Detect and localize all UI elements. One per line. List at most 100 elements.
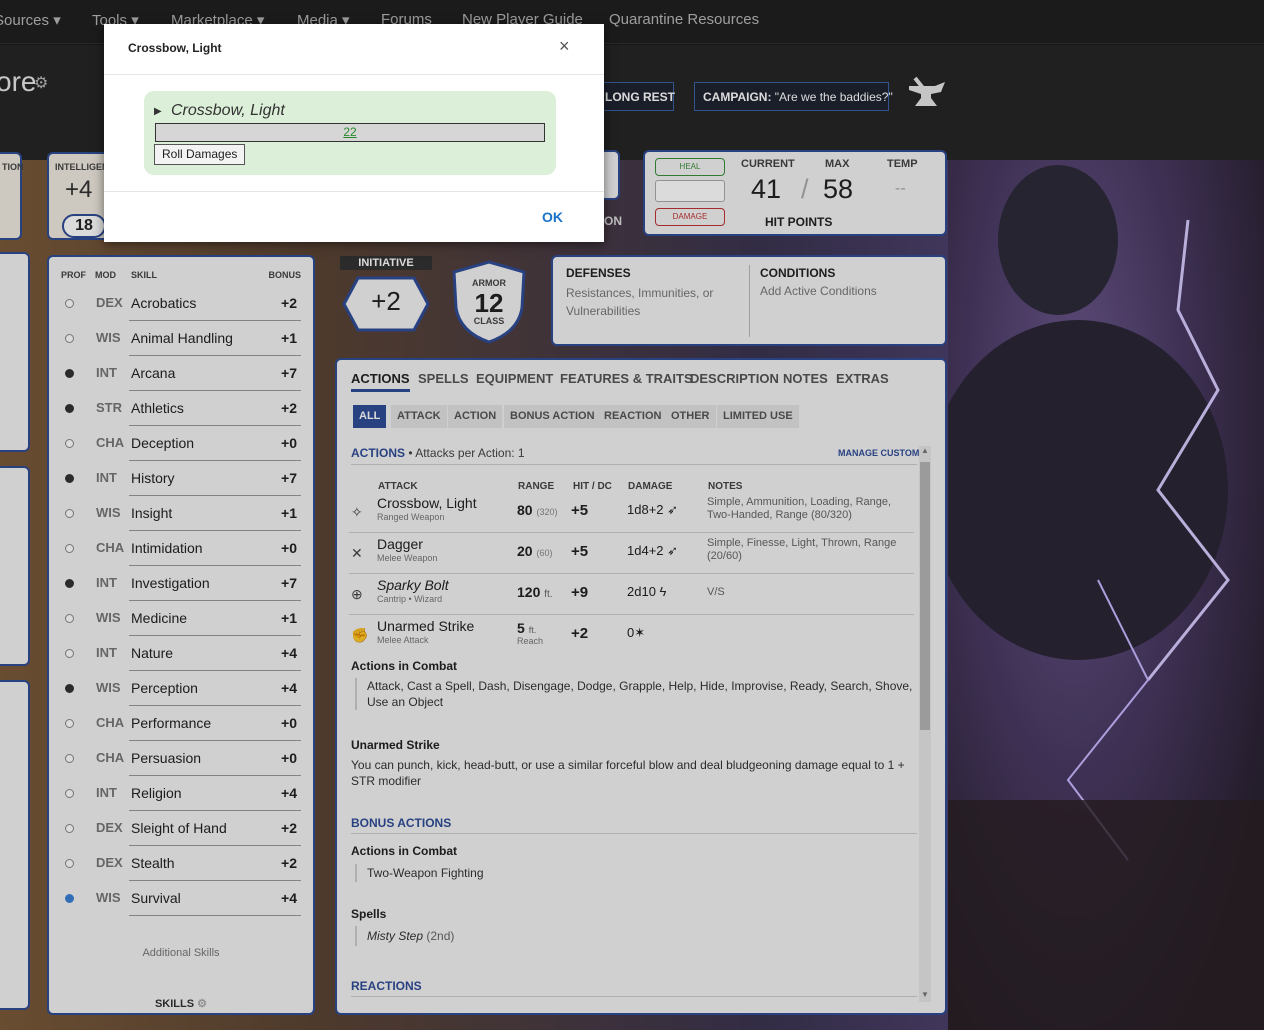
skills-footer[interactable]: SKILLS ⚙ (49, 997, 313, 1010)
armor-class-shield[interactable]: ARMOR 12 CLASS (448, 258, 530, 346)
attack-damage-button[interactable]: 2d10 ϟ (627, 584, 666, 599)
skill-bonus[interactable]: +4 (281, 785, 297, 801)
skill-name: Perception (131, 680, 198, 696)
misty-step-spell[interactable]: Misty Step (2nd) (355, 926, 454, 946)
skill-bonus[interactable]: +1 (281, 610, 297, 626)
scroll-up-arrow-icon: ▲ (921, 446, 929, 455)
tab-features-traits[interactable]: FEATURES & TRAITS (560, 371, 693, 386)
skill-row[interactable]: WIS Perception +4 (49, 671, 309, 706)
skill-row[interactable]: CHA Performance +0 (49, 706, 309, 741)
actions-scrollbar[interactable]: ▲ ▼ (919, 446, 931, 1002)
skill-bonus[interactable]: +0 (281, 540, 297, 556)
skill-ability: STR (96, 400, 122, 415)
campaign-button[interactable]: CAMPAIGN: "Are we the baddies?" (694, 82, 893, 111)
skill-row[interactable]: INT Nature +4 (49, 636, 309, 671)
initiative-box[interactable]: INITIATIVE +2 (340, 256, 432, 332)
manage-custom-link[interactable]: MANAGE CUSTOM (838, 448, 919, 458)
skill-bonus[interactable]: +2 (281, 400, 297, 416)
skill-row[interactable]: DEX Acrobatics +2 (49, 286, 309, 321)
skill-row[interactable]: INT Arcana +7 (49, 356, 309, 391)
additional-skills-link[interactable]: Additional Skills (49, 947, 313, 959)
subtab-action[interactable]: ACTION (448, 405, 503, 428)
scrollbar-thumb[interactable] (920, 462, 930, 730)
skill-row[interactable]: STR Athletics +2 (49, 391, 309, 426)
skill-row[interactable]: WIS Animal Handling +1 (49, 321, 309, 356)
attack-row-dagger[interactable]: ✕ Dagger Melee Weapon 20 (60) +5 1d4+2 ➶… (349, 533, 914, 574)
attack-hit-button[interactable]: +5 (571, 502, 588, 519)
skill-row[interactable]: INT Religion +4 (49, 776, 309, 811)
skill-bonus[interactable]: +4 (281, 645, 297, 661)
close-icon[interactable]: × (559, 36, 570, 57)
subtab-limited-use[interactable]: LIMITED USE (717, 405, 799, 428)
skill-bonus[interactable]: +4 (281, 680, 297, 696)
hp-amount-input[interactable] (655, 180, 725, 202)
subtab-bonus-action[interactable]: BONUS ACTION (504, 405, 601, 428)
tab-spells[interactable]: SPELLS (418, 371, 469, 386)
tab-description[interactable]: DESCRIPTION (690, 371, 779, 386)
scroll-down-arrow-icon: ▼ (921, 990, 929, 999)
skill-bonus[interactable]: +7 (281, 470, 297, 486)
skill-row[interactable]: DEX Stealth +2 (49, 846, 309, 881)
skill-bonus[interactable]: +1 (281, 505, 297, 521)
roll-damages-button[interactable]: Roll Damages (154, 144, 246, 165)
expand-triangle-icon[interactable]: ▶ (154, 106, 162, 117)
tab-notes[interactable]: NOTES (783, 371, 828, 386)
skill-bonus[interactable]: +2 (281, 855, 297, 871)
tab-actions[interactable]: ACTIONS (351, 371, 410, 392)
skill-bonus[interactable]: +7 (281, 575, 297, 591)
long-rest-button[interactable]: LONG REST (596, 82, 675, 111)
heal-button[interactable]: HEAL (655, 158, 725, 176)
skill-row[interactable]: WIS Survival +4 (49, 881, 309, 916)
skill-row[interactable]: CHA Intimidation +0 (49, 531, 309, 566)
attack-damage-button[interactable]: 1d4+2 ➶ (627, 543, 678, 559)
skill-name: Sleight of Hand (131, 820, 227, 836)
attack-hit-button[interactable]: +5 (571, 543, 588, 560)
attack-row-sparky-bolt[interactable]: ⊕ Sparky Bolt Cantrip • Wizard 120 ft. +… (349, 574, 914, 615)
skill-bonus[interactable]: +4 (281, 890, 297, 906)
attack-row-crossbow-light[interactable]: ✧ Crossbow, Light Ranged Weapon 80 (320)… (349, 492, 914, 533)
skill-row[interactable]: WIS Medicine +1 (49, 601, 309, 636)
proficiency-indicator-icon (65, 754, 74, 763)
skill-bonus[interactable]: +0 (281, 435, 297, 451)
subtab-other[interactable]: OTHER (665, 405, 716, 428)
nav-quarantine-resources[interactable]: Quarantine Resources (609, 11, 759, 28)
add-conditions-link[interactable]: Add Active Conditions (760, 284, 877, 298)
proficiency-indicator-icon (65, 369, 74, 378)
hp-temp[interactable]: -- (895, 180, 906, 198)
tab-equipment[interactable]: EQUIPMENT (476, 371, 553, 386)
skill-row[interactable]: INT Investigation +7 (49, 566, 309, 601)
skill-row[interactable]: WIS Insight +1 (49, 496, 309, 531)
skill-bonus[interactable]: +0 (281, 750, 297, 766)
nav-sources[interactable]: Sources ▾ (0, 11, 61, 29)
attack-damage-button[interactable]: 1d8+2 ➶ (627, 502, 678, 518)
character-settings-gear-icon[interactable]: ⚙ (34, 73, 48, 93)
skill-bonus[interactable]: +2 (281, 820, 297, 836)
skill-row[interactable]: INT History +7 (49, 461, 309, 496)
actions-in-combat-list[interactable]: Attack, Cast a Spell, Dash, Disengage, D… (355, 678, 913, 710)
two-weapon-fighting[interactable]: Two-Weapon Fighting (355, 864, 484, 882)
skill-bonus[interactable]: +7 (281, 365, 297, 381)
defenses-text[interactable]: Resistances, Immunities, or Vulnerabilit… (566, 284, 746, 320)
attack-row-unarmed-strike[interactable]: ✊ Unarmed Strike Melee Attack 5 ft. Reac… (349, 615, 914, 656)
ok-button[interactable]: OK (542, 209, 563, 225)
subtab-all[interactable]: ALL (353, 405, 387, 428)
subtab-reaction[interactable]: REACTION (598, 405, 668, 428)
subtab-attack[interactable]: ATTACK (391, 405, 447, 428)
attack-hit-button[interactable]: +2 (571, 625, 588, 642)
attack-hit-button[interactable]: +9 (571, 584, 588, 601)
roll-result-bar[interactable]: 22 (155, 123, 545, 142)
proficiency-indicator-icon (65, 579, 74, 588)
damage-button[interactable]: DAMAGE (655, 208, 725, 226)
skill-bonus[interactable]: +2 (281, 295, 297, 311)
hp-current[interactable]: 41 (751, 174, 781, 205)
tab-extras[interactable]: EXTRAS (836, 371, 889, 386)
skill-bonus[interactable]: +1 (281, 330, 297, 346)
skill-row[interactable]: CHA Deception +0 (49, 426, 309, 461)
skill-name: Animal Handling (131, 330, 233, 346)
skill-row[interactable]: DEX Sleight of Hand +2 (49, 811, 309, 846)
skill-bonus[interactable]: +0 (281, 715, 297, 731)
ability-card-partial[interactable]: TION (0, 152, 24, 240)
character-name[interactable]: ore (0, 66, 36, 98)
skill-row[interactable]: CHA Persuasion +0 (49, 741, 309, 776)
attack-damage-button[interactable]: 0✶ (627, 625, 645, 641)
